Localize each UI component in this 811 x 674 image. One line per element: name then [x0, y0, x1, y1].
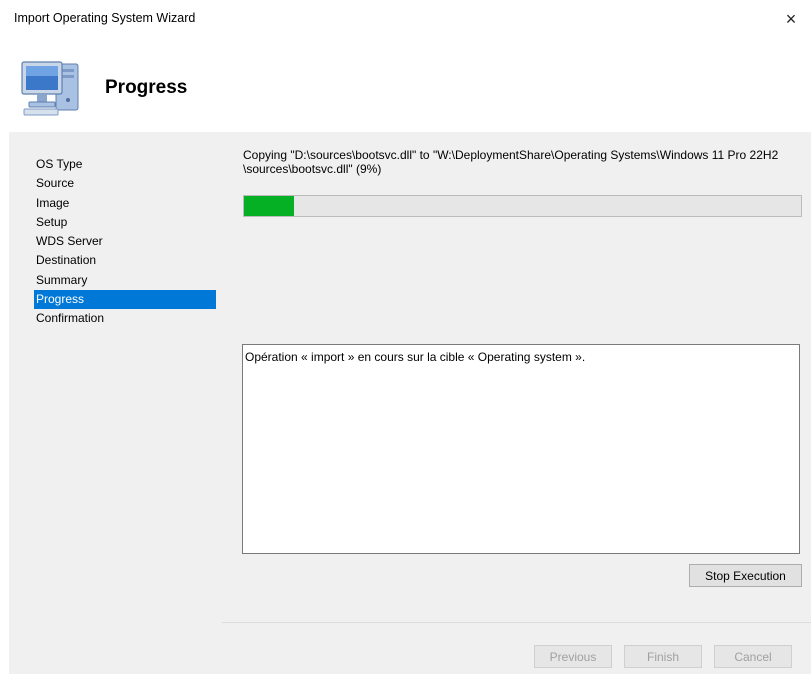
cancel-button[interactable]: Cancel [714, 645, 792, 668]
log-text: Opération « import » en cours sur la cib… [245, 350, 586, 364]
step-image[interactable]: Image [34, 194, 216, 213]
wizard-footer: Previous Finish Cancel [222, 622, 811, 674]
title-bar: Import Operating System Wizard × [0, 0, 811, 40]
step-summary[interactable]: Summary [34, 271, 216, 290]
step-confirmation[interactable]: Confirmation [34, 309, 216, 328]
window-title: Import Operating System Wizard [14, 11, 196, 25]
step-setup[interactable]: Setup [34, 213, 216, 232]
previous-button[interactable]: Previous [534, 645, 612, 668]
step-destination[interactable]: Destination [34, 251, 216, 270]
stop-execution-button[interactable]: Stop Execution [689, 564, 802, 587]
step-progress[interactable]: Progress [34, 290, 216, 310]
page-title: Progress [105, 77, 188, 98]
wizard-window: Import Operating System Wizard × Progres… [0, 0, 811, 674]
step-wds-server[interactable]: WDS Server [34, 232, 216, 251]
wizard-header: Progress [0, 40, 811, 128]
step-os-type[interactable]: OS Type [34, 155, 216, 174]
close-button[interactable]: × [771, 0, 811, 38]
log-output[interactable]: Opération « import » en cours sur la cib… [242, 344, 800, 554]
steps-sidebar: OS Type Source Image Setup WDS Server De… [9, 132, 222, 674]
content-panel: Copying "D:\sources\bootsvc.dll" to "W:\… [222, 132, 811, 622]
computer-icon [20, 58, 84, 118]
step-source[interactable]: Source [34, 174, 216, 193]
copy-status-text: Copying "D:\sources\bootsvc.dll" to "W:\… [243, 148, 779, 176]
steps-list: OS Type Source Image Setup WDS Server De… [34, 155, 216, 329]
finish-button[interactable]: Finish [624, 645, 702, 668]
progress-fill [244, 196, 295, 216]
progress-bar [243, 195, 802, 217]
close-icon: × [785, 8, 797, 29]
